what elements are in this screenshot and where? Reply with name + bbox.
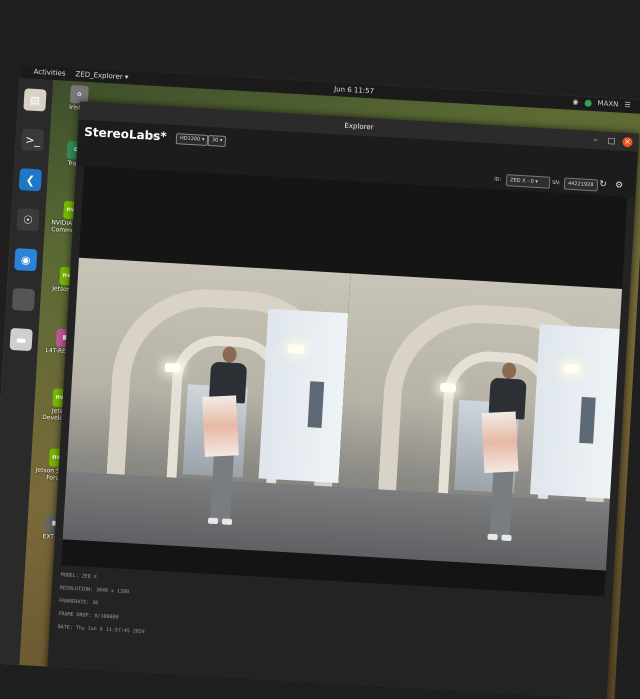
- window-controls: – □ ×: [590, 135, 633, 148]
- screen: Activities ZED_Explorer ▾ Jun 6 11:57 ◉ …: [0, 64, 640, 699]
- held-board: [481, 411, 519, 474]
- held-board: [202, 395, 239, 457]
- lamp: [563, 363, 580, 374]
- camera-view: [61, 165, 628, 597]
- chromium-icon[interactable]: ◉: [14, 248, 38, 272]
- version-label: 1.3.0: [145, 133, 159, 141]
- close-icon[interactable]: ×: [622, 136, 633, 148]
- obs-icon[interactable]: ☉: [16, 208, 40, 232]
- activities-button[interactable]: Activities: [33, 68, 65, 78]
- left-camera-image: [62, 257, 351, 555]
- minimize-icon[interactable]: –: [590, 135, 601, 146]
- fps-select[interactable]: 30 ▾: [207, 134, 227, 147]
- wall: [258, 308, 349, 484]
- app-icon[interactable]: [11, 287, 36, 312]
- dock: ▤ >_ ❮ ☉ ◉ ▬: [0, 77, 54, 665]
- lamp: [439, 382, 457, 393]
- system-tray[interactable]: ◉ MAXN ☰: [572, 98, 631, 109]
- clock[interactable]: Jun 6 11:57: [334, 85, 374, 95]
- shoe: [207, 517, 219, 525]
- person-head: [222, 346, 238, 363]
- window: [579, 396, 596, 444]
- shoe: [221, 518, 233, 525]
- window-title: Explorer: [344, 121, 374, 132]
- app-menu[interactable]: ZED_Explorer ▾: [75, 70, 128, 81]
- vscode-icon[interactable]: ❮: [18, 168, 42, 192]
- nvidia-status-icon[interactable]: [584, 99, 592, 107]
- right-camera-image: [334, 273, 623, 571]
- lamp: [164, 362, 182, 373]
- shoe: [487, 533, 498, 541]
- explorer-window: Explorer – □ × StereoLabs* 1.3.0 HD1200 …: [47, 101, 640, 699]
- floor: [334, 487, 610, 571]
- refresh-icon[interactable]: ↻: [598, 179, 609, 190]
- lamp: [287, 343, 305, 354]
- desktop: Activities ZED_Explorer ▾ Jun 6 11:57 ◉ …: [0, 64, 640, 699]
- person-head: [501, 362, 517, 380]
- window: [307, 381, 325, 428]
- sn-label: SN:: [551, 179, 561, 187]
- serial-number-field: 44221928: [563, 177, 599, 192]
- terminal-icon[interactable]: >_: [21, 128, 45, 152]
- camera-info-panel: MODEL: ZED X RESOLUTION: 3840 x 1200 FRA…: [57, 569, 360, 651]
- id-label: ID:: [493, 176, 502, 183]
- desktop-icons: ⌂ Irisbot ♻ Trash nvi. NVIDIA Jetson Com…: [35, 84, 103, 541]
- network-icon[interactable]: ◉: [572, 98, 579, 106]
- files-icon[interactable]: ▤: [23, 88, 47, 112]
- shoe: [501, 534, 512, 542]
- maximize-icon[interactable]: □: [606, 136, 617, 147]
- settings-menu-icon[interactable]: ☰: [624, 101, 631, 109]
- resolution-select[interactable]: HD1200 ▾: [175, 133, 209, 146]
- wall: [530, 324, 620, 499]
- power-mode-label[interactable]: MAXN: [597, 99, 618, 108]
- gear-icon[interactable]: ⚙: [614, 180, 625, 191]
- camera-id-select[interactable]: ZED X - 0 ▾: [505, 174, 551, 189]
- disk-icon[interactable]: ▬: [9, 327, 33, 352]
